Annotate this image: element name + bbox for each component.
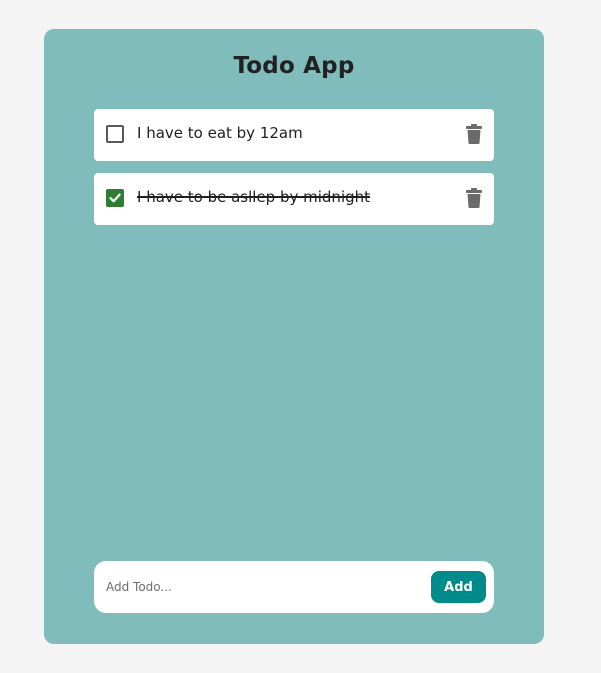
todo-list: I have to eat by 12am I have to be aslle… — [94, 109, 494, 237]
app-title: Todo App — [233, 53, 355, 79]
add-button[interactable]: Add — [431, 571, 486, 603]
trash-icon — [466, 124, 482, 144]
todo-text: I have to eat by 12am — [137, 124, 303, 142]
todo-item: I have to be asllep by midnight — [94, 173, 494, 225]
todo-app-card: Todo App I have to eat by 12am I have to… — [44, 29, 544, 644]
todo-text: I have to be asllep by midnight — [137, 188, 371, 206]
add-todo-input[interactable] — [106, 575, 406, 599]
add-todo-form: Add — [94, 561, 494, 613]
delete-button[interactable] — [466, 188, 482, 208]
trash-icon — [466, 188, 482, 208]
delete-button[interactable] — [466, 124, 482, 144]
todo-checkbox[interactable] — [106, 125, 124, 143]
checkmark-icon — [109, 193, 121, 203]
todo-item: I have to eat by 12am — [94, 109, 494, 161]
todo-checkbox[interactable] — [106, 189, 124, 207]
